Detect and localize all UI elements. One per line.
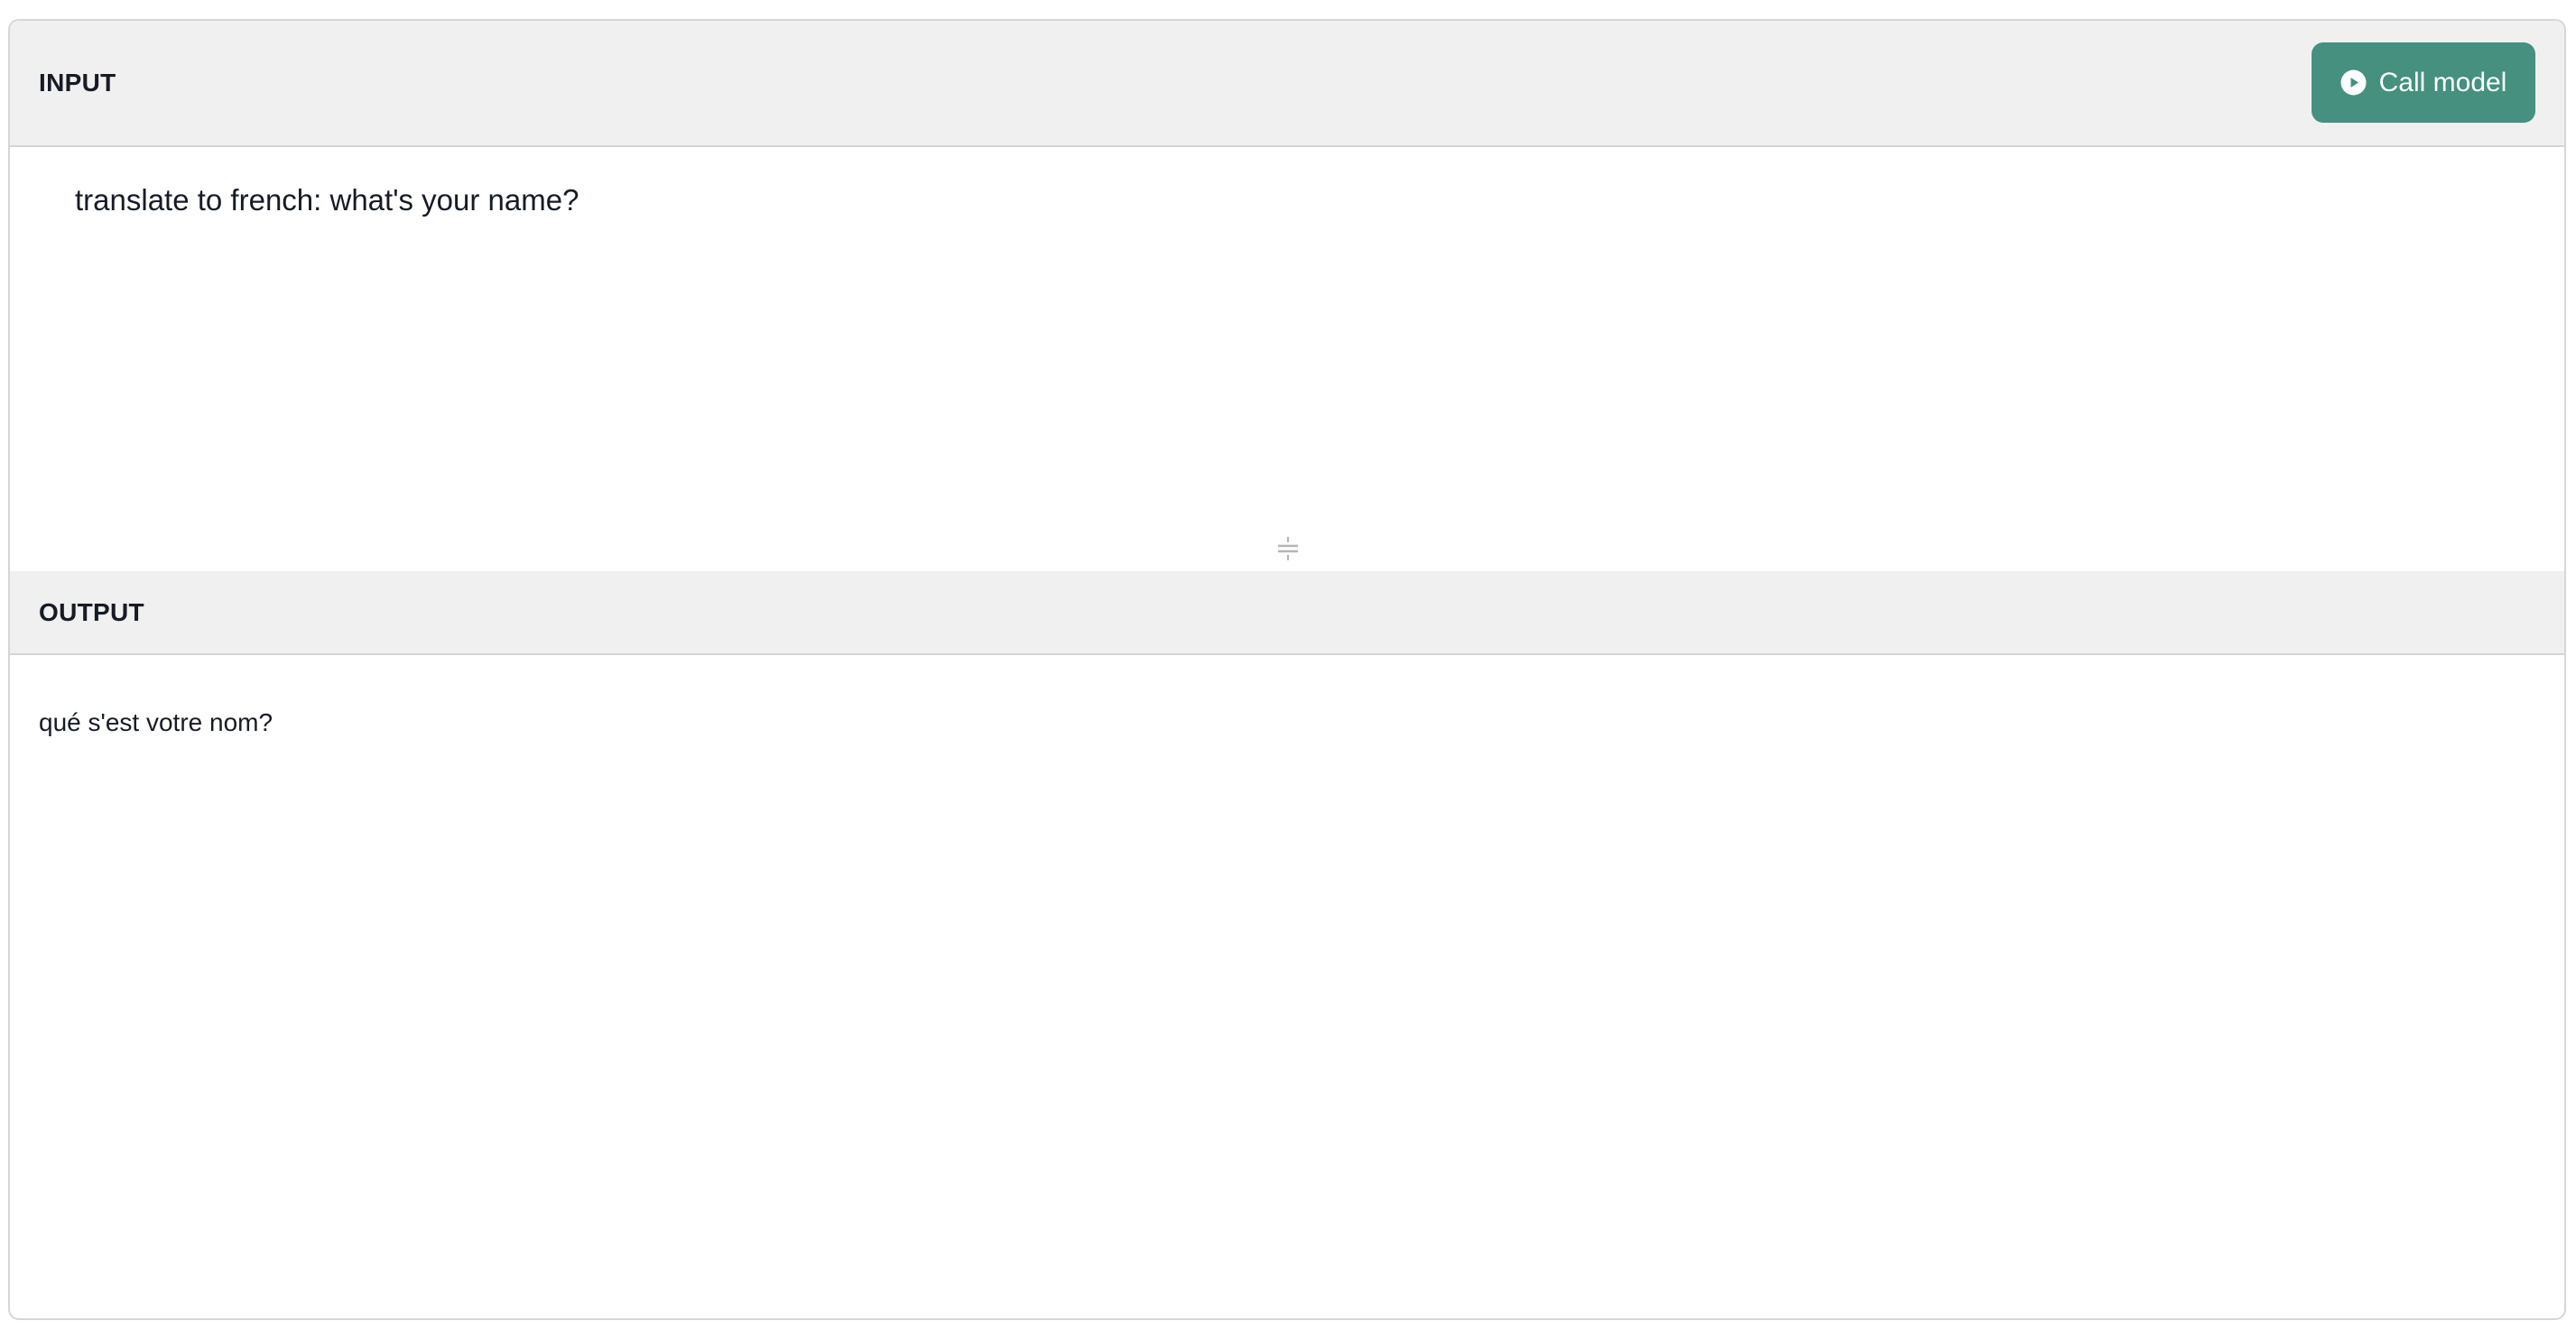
output-text: qué s'est votre nom? bbox=[39, 708, 273, 736]
playground-panel: INPUT Call model translate to french: wh… bbox=[8, 19, 2566, 1320]
input-section-title: INPUT bbox=[39, 69, 116, 97]
input-textarea[interactable]: translate to french: what's your name? bbox=[46, 160, 2519, 539]
call-model-button[interactable]: Call model bbox=[2312, 42, 2535, 123]
input-header: INPUT Call model bbox=[10, 21, 2564, 147]
call-model-button-label: Call model bbox=[2378, 67, 2507, 97]
drag-handle-icon[interactable] bbox=[1275, 535, 1301, 562]
output-section-title: OUTPUT bbox=[39, 597, 144, 626]
play-circle-icon bbox=[2340, 69, 2367, 96]
input-body: translate to french: what's your name? bbox=[10, 147, 2564, 571]
output-body: qué s'est votre nom? bbox=[10, 655, 2564, 1318]
output-header: OUTPUT bbox=[10, 571, 2564, 655]
